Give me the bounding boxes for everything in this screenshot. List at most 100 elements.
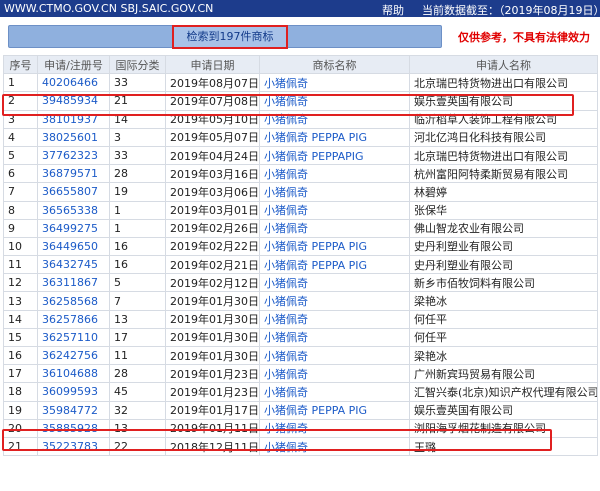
cell-reg-no[interactable]: 40206466	[37, 73, 110, 93]
cell-reg-no[interactable]: 36242756	[37, 345, 110, 366]
cell-date: 2019年01月23日	[165, 382, 260, 402]
cell-index: 21	[3, 436, 38, 457]
cell-reg-no[interactable]: 36099593	[37, 382, 110, 402]
table-row: 9 36499275 1 2019年02月26日 小猪佩奇 佛山智龙农业有限公司	[3, 218, 598, 238]
cell-date: 2019年04月24日	[165, 145, 260, 166]
cell-mark-name[interactable]: 小猪佩奇	[259, 436, 410, 457]
cell-reg-no[interactable]: 38101937	[37, 109, 110, 129]
cell-applicant: 何任平	[409, 327, 598, 348]
col-header-mark-name: 商标名称	[259, 54, 410, 75]
cell-applicant: 何任平	[409, 309, 598, 329]
cell-index: 12	[3, 273, 38, 293]
cell-index: 15	[3, 327, 38, 348]
cell-date: 2019年03月16日	[165, 164, 260, 184]
cell-reg-no[interactable]: 37762323	[37, 145, 110, 166]
cell-applicant: 佛山智龙农业有限公司	[409, 218, 598, 238]
cell-mark-name[interactable]: 小猪佩奇	[259, 273, 410, 293]
table-row: 4 38025601 3 2019年05月07日 小猪佩奇 PEPPA PIG 河北亿鸿日…	[3, 127, 598, 147]
cell-reg-no[interactable]: 36449650	[37, 236, 110, 257]
table-body: 1 40206466 33 2019年08月07日 小猪佩奇 北京瑞巴特货物进出口有限公司…	[3, 73, 598, 457]
cell-index: 19	[3, 400, 38, 420]
cell-mark-name[interactable]: 小猪佩奇	[259, 91, 410, 111]
cell-reg-no[interactable]: 35223783	[37, 436, 110, 457]
cell-mark-name[interactable]: 小猪佩奇 PEPPA PIG	[259, 236, 410, 257]
cell-date: 2019年05月10日	[165, 109, 260, 129]
cell-class: 22	[109, 436, 166, 457]
cell-class: 16	[109, 255, 166, 275]
cell-mark-name[interactable]: 小猪佩奇	[259, 291, 410, 311]
cell-reg-no[interactable]: 36879571	[37, 164, 110, 184]
cell-index: 5	[3, 145, 38, 166]
cell-index: 11	[3, 255, 38, 275]
cell-class: 32	[109, 400, 166, 420]
cell-mark-name[interactable]: 小猪佩奇 PEPPA PIG	[259, 127, 410, 147]
cell-class: 33	[109, 73, 166, 93]
cell-mark-name[interactable]: 小猪佩奇 PEPPAPIG	[259, 145, 410, 166]
cell-mark-name[interactable]: 小猪佩奇	[259, 182, 410, 202]
cell-date: 2019年02月12日	[165, 273, 260, 293]
cell-date: 2018年12月11日	[165, 436, 260, 457]
cell-mark-name[interactable]: 小猪佩奇	[259, 164, 410, 184]
cell-date: 2019年01月17日	[165, 400, 260, 420]
cell-reg-no[interactable]: 35984772	[37, 400, 110, 420]
cell-index: 9	[3, 218, 38, 238]
cell-index: 17	[3, 364, 38, 384]
cell-applicant: 梁艳冰	[409, 345, 598, 366]
cell-reg-no[interactable]: 36257866	[37, 309, 110, 329]
cell-mark-name[interactable]: 小猪佩奇	[259, 327, 410, 348]
cell-class: 33	[109, 145, 166, 166]
cell-mark-name[interactable]: 小猪佩奇 PEPPA PIG	[259, 400, 410, 420]
table-row: 18 36099593 45 2019年01月23日 小猪佩奇 汇智兴泰(北京)知识产权代…	[3, 382, 598, 402]
cell-class: 1	[109, 200, 166, 220]
cell-index: 7	[3, 182, 38, 202]
cell-mark-name[interactable]: 小猪佩奇 PEPPA PIG	[259, 255, 410, 275]
cell-reg-no[interactable]: 36104688	[37, 364, 110, 384]
col-header-class: 国际分类	[109, 54, 166, 75]
cell-mark-name[interactable]: 小猪佩奇	[259, 73, 410, 93]
table-row: 2 39485934 21 2019年07月08日 小猪佩奇 娱乐壹英国有限公司	[3, 91, 598, 111]
cell-applicant: 临沂稻草人装饰工程有限公司	[409, 109, 598, 129]
cell-class: 16	[109, 236, 166, 257]
cell-reg-no[interactable]: 35885928	[37, 418, 110, 438]
cell-applicant: 新乡市佰牧饲料有限公司	[409, 273, 598, 293]
cell-class: 7	[109, 291, 166, 311]
cell-reg-no[interactable]: 36499275	[37, 218, 110, 238]
cell-index: 20	[3, 418, 38, 438]
cell-mark-name[interactable]: 小猪佩奇	[259, 200, 410, 220]
disclaimer: 仅供参考，不具有法律效力	[458, 31, 590, 44]
cell-reg-no[interactable]: 36311867	[37, 273, 110, 293]
cell-applicant: 广州新宾玛贸易有限公司	[409, 364, 598, 384]
cell-mark-name[interactable]: 小猪佩奇	[259, 345, 410, 366]
cell-mark-name[interactable]: 小猪佩奇	[259, 364, 410, 384]
cell-class: 13	[109, 309, 166, 329]
cell-applicant: 汇智兴泰(北京)知识产权代理有限公司	[409, 382, 598, 402]
table-row: 20 35885928 13 2019年01月11日 小猪佩奇 浏阳海孚烟花制造有限公司	[3, 418, 598, 438]
cell-date: 2019年01月23日	[165, 364, 260, 384]
col-header-applicant: 申请人名称	[409, 54, 598, 75]
cell-reg-no[interactable]: 38025601	[37, 127, 110, 147]
cell-reg-no[interactable]: 36432745	[37, 255, 110, 275]
cell-mark-name[interactable]: 小猪佩奇	[259, 418, 410, 438]
cell-date: 2019年02月21日	[165, 255, 260, 275]
cell-applicant: 史丹利塑业有限公司	[409, 236, 598, 257]
cell-mark-name[interactable]: 小猪佩奇	[259, 309, 410, 329]
cell-applicant: 北京瑞巴特货物进出口有限公司	[409, 73, 598, 93]
help-link[interactable]: 帮助	[382, 2, 404, 18]
cell-applicant: 林碧婷	[409, 182, 598, 202]
cell-mark-name[interactable]: 小猪佩奇	[259, 109, 410, 129]
cell-applicant: 杭州富阳阿特柔斯贸易有限公司	[409, 164, 598, 184]
cell-reg-no[interactable]: 36565338	[37, 200, 110, 220]
cell-date: 2019年01月30日	[165, 345, 260, 366]
cell-index: 2	[3, 91, 38, 111]
cell-reg-no[interactable]: 36258568	[37, 291, 110, 311]
cell-reg-no[interactable]: 39485934	[37, 91, 110, 111]
cell-applicant: 浏阳海孚烟花制造有限公司	[409, 418, 598, 438]
cell-index: 3	[3, 109, 38, 129]
cell-class: 28	[109, 164, 166, 184]
cell-mark-name[interactable]: 小猪佩奇	[259, 218, 410, 238]
cell-date: 2019年02月22日	[165, 236, 260, 257]
cell-reg-no[interactable]: 36257110	[37, 327, 110, 348]
cell-mark-name[interactable]: 小猪佩奇	[259, 382, 410, 402]
cell-applicant: 史丹利塑业有限公司	[409, 255, 598, 275]
cell-reg-no[interactable]: 36655807	[37, 182, 110, 202]
